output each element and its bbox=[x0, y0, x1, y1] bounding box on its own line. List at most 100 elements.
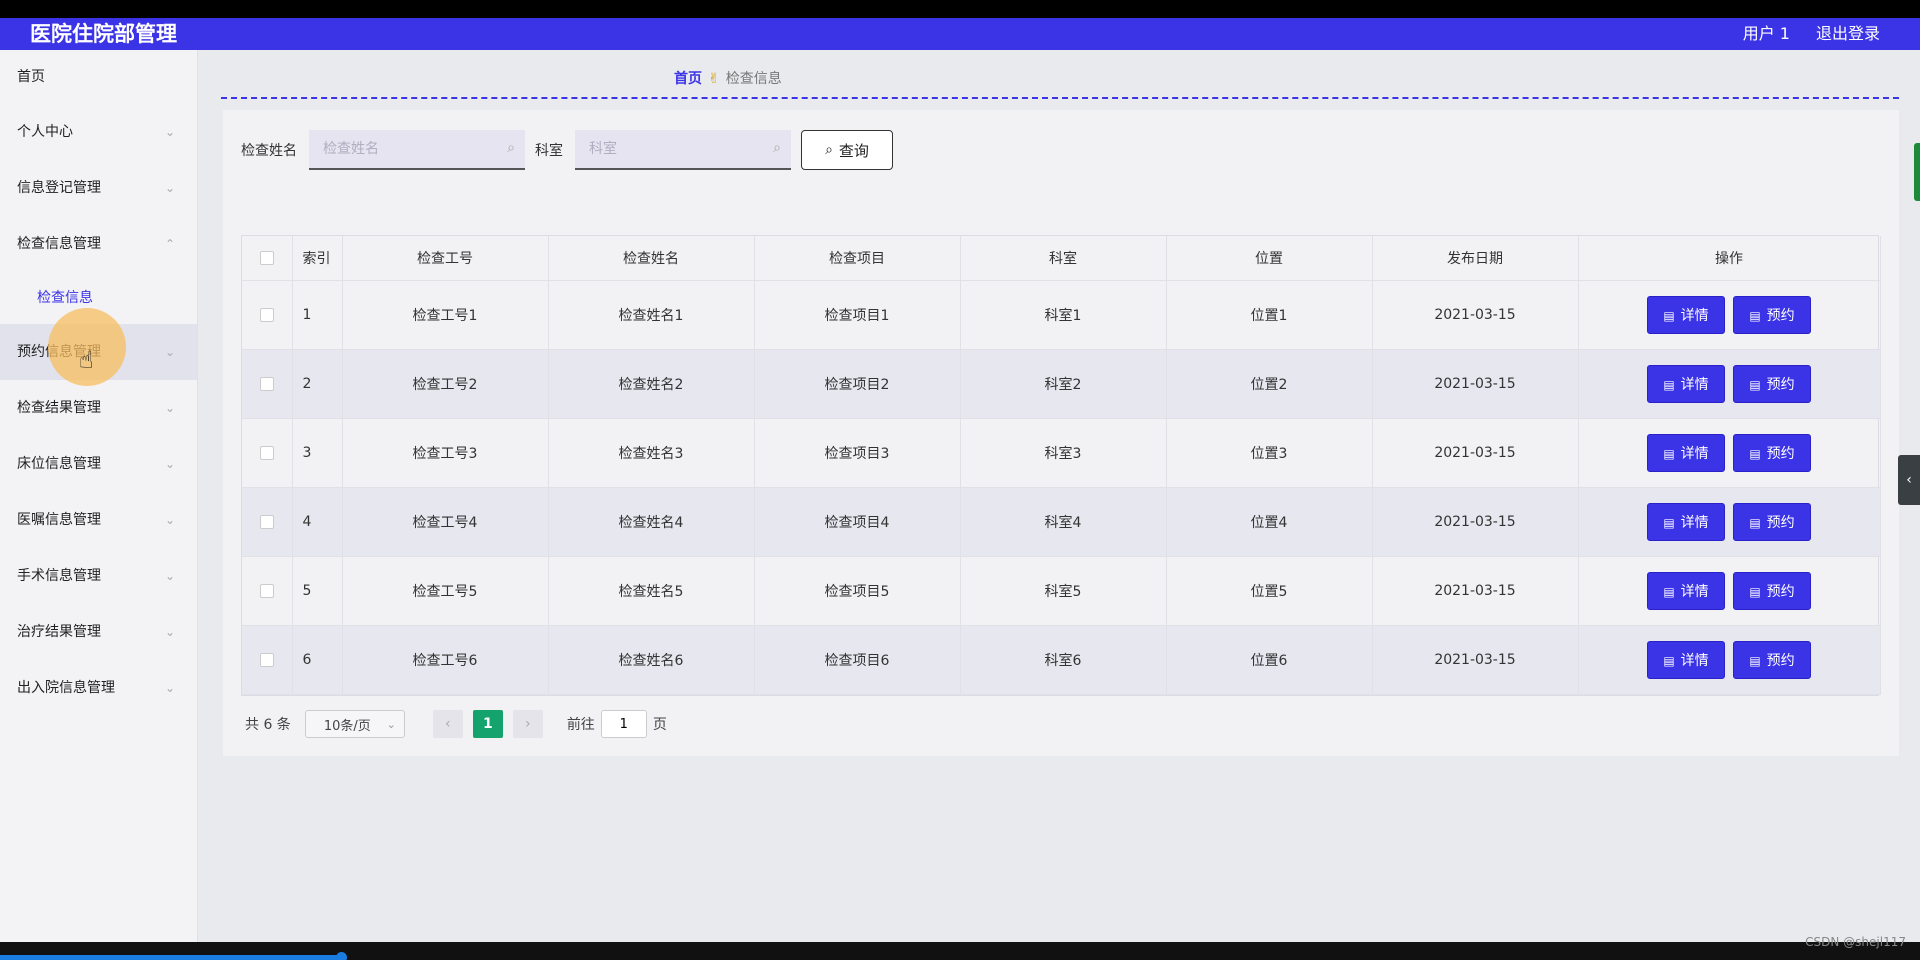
detail-button[interactable]: ▤ 详情 bbox=[1647, 502, 1725, 541]
detail-button[interactable]: ▤ 详情 bbox=[1647, 295, 1725, 334]
table-cell: 2021-03-15 bbox=[1372, 556, 1579, 626]
hand-icon: ✌ bbox=[708, 71, 720, 87]
chevron-right-icon: › bbox=[525, 716, 531, 732]
row-checkbox[interactable] bbox=[259, 376, 274, 391]
dept-label: 科室 bbox=[535, 143, 563, 159]
breadcrumb-home[interactable]: 首页 bbox=[674, 71, 702, 87]
table-cell: 检查姓名3 bbox=[548, 418, 755, 488]
table-cell: 科室5 bbox=[960, 556, 1167, 626]
reserve-button[interactable]: ▤ 预约 bbox=[1733, 640, 1811, 679]
column-header: 科室 bbox=[960, 236, 1167, 281]
breadcrumb-current: 检查信息 bbox=[725, 71, 782, 87]
table-cell: 1 bbox=[292, 280, 343, 350]
detail-button[interactable]: ▤ 详情 bbox=[1647, 640, 1725, 679]
row-select-cell bbox=[242, 349, 293, 419]
document-icon: ▤ bbox=[1749, 308, 1761, 323]
actions-cell: ▤ 详情 ▤ 预约 bbox=[1578, 280, 1881, 350]
sidebar-item-surgery[interactable]: 手术信息管理 ⌄ bbox=[0, 548, 197, 604]
sidebar-item-medical-order[interactable]: 医嘱信息管理 ⌄ bbox=[0, 492, 197, 548]
collapse-panel-button[interactable]: ‹ bbox=[1898, 455, 1920, 505]
reserve-button[interactable]: ▤ 预约 bbox=[1733, 433, 1811, 472]
table-cell: 位置6 bbox=[1166, 625, 1373, 695]
detail-label: 详情 bbox=[1680, 652, 1709, 669]
table-cell: 2021-03-15 bbox=[1372, 487, 1579, 557]
sidebar-item-treatment-result[interactable]: 治疗结果管理 ⌄ bbox=[0, 604, 197, 660]
reserve-button[interactable]: ▤ 预约 bbox=[1733, 364, 1811, 403]
document-icon: ▤ bbox=[1749, 653, 1761, 668]
sidebar-item-label: 信息登记管理 bbox=[17, 180, 101, 196]
search-icon: ⌕ bbox=[825, 142, 833, 158]
column-header: 检查项目 bbox=[754, 236, 961, 281]
sidebar-item-admission[interactable]: 出入院信息管理 ⌄ bbox=[0, 660, 197, 716]
reserve-button[interactable]: ▤ 预约 bbox=[1733, 295, 1811, 334]
sidebar-item-registration[interactable]: 信息登记管理 ⌄ bbox=[0, 160, 197, 216]
sidebar-item-personal-center[interactable]: 个人中心 ⌄ bbox=[0, 104, 197, 160]
document-icon: ▤ bbox=[1663, 515, 1675, 530]
row-checkbox[interactable] bbox=[259, 583, 274, 598]
table-cell: 2021-03-15 bbox=[1372, 418, 1579, 488]
progress-knob[interactable] bbox=[336, 952, 347, 960]
logout-link[interactable]: 退出登录 bbox=[1816, 18, 1880, 50]
table-cell: 位置5 bbox=[1166, 556, 1373, 626]
query-button[interactable]: ⌕ 查询 bbox=[801, 130, 893, 170]
table-row: 4 检查工号4 检查姓名4 检查项目4 科室4 位置4 2021-03-15 ▤… bbox=[242, 487, 1881, 557]
watermark: CSDN @shejl117 bbox=[1805, 935, 1906, 949]
page-number-button[interactable]: 1 bbox=[472, 710, 503, 738]
sidebar-item-home[interactable]: 首页 bbox=[0, 50, 197, 104]
page-suffix: 页 bbox=[652, 717, 667, 733]
page-size-select[interactable]: 10条/页 ⌄ bbox=[304, 710, 405, 738]
table-cell: 检查工号2 bbox=[342, 349, 549, 419]
column-header: 发布日期 bbox=[1372, 236, 1579, 281]
sidebar-item-reservation[interactable]: 预约信息管理 ⌄ bbox=[0, 324, 197, 380]
search-icon: ⌕ bbox=[507, 140, 515, 156]
select-all-checkbox[interactable] bbox=[259, 250, 274, 265]
sidebar-item-exam-info[interactable]: 检查信息管理 ⌃ bbox=[0, 216, 197, 272]
document-icon: ▤ bbox=[1663, 377, 1675, 392]
goto-page-input[interactable] bbox=[600, 710, 647, 738]
document-icon: ▤ bbox=[1663, 308, 1675, 323]
table-row: 5 检查工号5 检查姓名5 检查项目5 科室5 位置5 2021-03-15 ▤… bbox=[242, 556, 1881, 626]
prev-page-button[interactable]: ‹ bbox=[432, 710, 463, 738]
sidebar-item-exam-result[interactable]: 检查结果管理 ⌄ bbox=[0, 380, 197, 436]
user-name[interactable]: 用户 1 bbox=[1743, 18, 1790, 50]
content-panel: 检查姓名 ⌕ 科室 ⌕ ⌕ 查询 bbox=[223, 110, 1899, 756]
sidebar-subitem-exam-info[interactable]: 检查信息 bbox=[0, 272, 197, 324]
video-progress-bar[interactable] bbox=[0, 942, 1920, 960]
reserve-label: 预约 bbox=[1766, 583, 1795, 600]
actions-cell: ▤ 详情 ▤ 预约 bbox=[1578, 625, 1881, 695]
row-select-cell bbox=[242, 280, 293, 350]
row-checkbox[interactable] bbox=[259, 445, 274, 460]
table-cell: 科室4 bbox=[960, 487, 1167, 557]
row-checkbox[interactable] bbox=[259, 514, 274, 529]
detail-button[interactable]: ▤ 详情 bbox=[1647, 571, 1725, 610]
table-cell: 位置4 bbox=[1166, 487, 1373, 557]
document-icon: ▤ bbox=[1663, 446, 1675, 461]
table-cell: 检查工号1 bbox=[342, 280, 549, 350]
divider bbox=[221, 97, 1899, 99]
table-cell: 4 bbox=[292, 487, 343, 557]
table-cell: 2021-03-15 bbox=[1372, 280, 1579, 350]
reserve-button[interactable]: ▤ 预约 bbox=[1733, 571, 1811, 610]
detail-button[interactable]: ▤ 详情 bbox=[1647, 364, 1725, 403]
sidebar-item-label: 医嘱信息管理 bbox=[17, 512, 101, 528]
detail-button[interactable]: ▤ 详情 bbox=[1647, 433, 1725, 472]
dept-search-input[interactable] bbox=[575, 130, 791, 168]
name-search-input[interactable] bbox=[309, 130, 525, 168]
detail-label: 详情 bbox=[1680, 376, 1709, 393]
sidebar-item-label: 预约信息管理 bbox=[17, 344, 101, 360]
next-page-button[interactable]: › bbox=[512, 710, 543, 738]
table-row: 2 检查工号2 检查姓名2 检查项目2 科室2 位置2 2021-03-15 ▤… bbox=[242, 349, 1881, 419]
table-cell: 检查工号5 bbox=[342, 556, 549, 626]
row-checkbox[interactable] bbox=[259, 307, 274, 322]
table-cell: 检查项目2 bbox=[754, 349, 961, 419]
row-checkbox[interactable] bbox=[259, 652, 274, 667]
table-cell: 科室2 bbox=[960, 349, 1167, 419]
document-icon: ▤ bbox=[1663, 653, 1675, 668]
progress-fill bbox=[0, 955, 340, 960]
sidebar-item-bed[interactable]: 床位信息管理 ⌄ bbox=[0, 436, 197, 492]
breadcrumb: 首页 ✌ 检查信息 bbox=[674, 70, 782, 88]
chevron-down-icon: ⌄ bbox=[164, 125, 175, 139]
table-cell: 检查姓名6 bbox=[548, 625, 755, 695]
table-cell: 3 bbox=[292, 418, 343, 488]
reserve-button[interactable]: ▤ 预约 bbox=[1733, 502, 1811, 541]
